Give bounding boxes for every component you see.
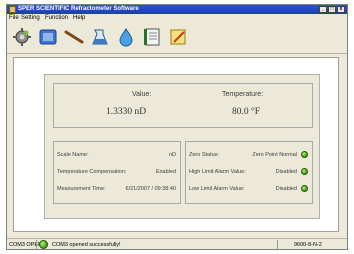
scale-name-label: Scale Name:	[57, 152, 89, 158]
status-message: COM3 opened successfully!	[52, 242, 121, 248]
temperature-reading: 80.0 °F	[232, 107, 261, 117]
drop-icon[interactable]	[115, 26, 137, 48]
window-title: SPER SCIENTIFIC Refractometer Software	[18, 6, 139, 12]
pencil-note-icon[interactable]	[167, 26, 189, 48]
app-window: SPER SCIENTIFIC Refractometer Software _…	[6, 4, 348, 250]
status-separator	[277, 240, 278, 249]
notebook-icon[interactable]	[141, 26, 163, 48]
close-button[interactable]: x	[337, 6, 345, 13]
settings-box: Scale Name: nD Temperature Compensation:…	[53, 141, 181, 204]
menu-setting[interactable]: Setting	[21, 14, 40, 23]
value-reading: 1.3330 nD	[106, 107, 147, 117]
temp-comp-label: Temperature Compensation:	[57, 169, 127, 175]
menu-help[interactable]: Help	[73, 14, 85, 23]
beaker-icon[interactable]	[89, 26, 111, 48]
main-panel: Value: 1.3330 nD Temperature: 80.0 °F Sc…	[13, 57, 339, 232]
port-settings: 9600-8-N-2	[294, 242, 322, 248]
temperature-label: Temperature:	[222, 91, 264, 98]
menu-bar: File Setting Function Help	[7, 14, 347, 23]
app-icon	[9, 6, 16, 13]
reading-card: Value: 1.3330 nD Temperature: 80.0 °F Sc…	[44, 74, 320, 219]
probe-icon[interactable]	[63, 26, 85, 48]
status-box: Zero Status: Zero Point Normal High Limi…	[185, 141, 313, 204]
maximize-button[interactable]: □	[328, 6, 336, 13]
temp-comp-value: Enabled	[155, 169, 176, 175]
measurement-time-label: Measurement Time:	[57, 186, 106, 192]
toolbar	[7, 23, 347, 54]
reading-box: Value: 1.3330 nD Temperature: 80.0 °F	[53, 83, 313, 128]
high-alarm-value: Disabled	[275, 169, 297, 175]
menu-function[interactable]: Function	[45, 14, 68, 23]
zero-status-value: Zero Point Normal	[252, 152, 297, 158]
zero-status-led	[301, 151, 308, 158]
low-alarm-led	[301, 185, 308, 192]
window-controls: _ □ x	[319, 6, 345, 13]
high-alarm-led	[301, 168, 308, 175]
high-alarm-label: High Limit Alarm Value:	[189, 169, 246, 175]
low-alarm-value: Disabled	[275, 186, 297, 192]
menu-file[interactable]: File	[9, 14, 19, 23]
status-separator	[36, 240, 37, 249]
minimize-button[interactable]: _	[319, 6, 327, 13]
low-alarm-label: Low Limit Alarm Value:	[189, 186, 245, 192]
title-bar[interactable]: SPER SCIENTIFIC Refractometer Software _…	[7, 5, 347, 14]
measurement-time-value: 6/21/2007 / 09:38:40	[125, 186, 176, 192]
zero-status-label: Zero Status:	[189, 152, 219, 158]
sample-tile-icon[interactable]	[37, 26, 59, 48]
status-bar: COM3 OPEN COM3 opened successfully! 9600…	[7, 238, 347, 250]
gear-icon[interactable]	[11, 26, 33, 48]
value-label: Value:	[132, 91, 152, 98]
scale-name-value: nD	[168, 152, 176, 158]
port-status: COM3 OPEN	[9, 242, 43, 248]
connection-led	[39, 240, 48, 249]
